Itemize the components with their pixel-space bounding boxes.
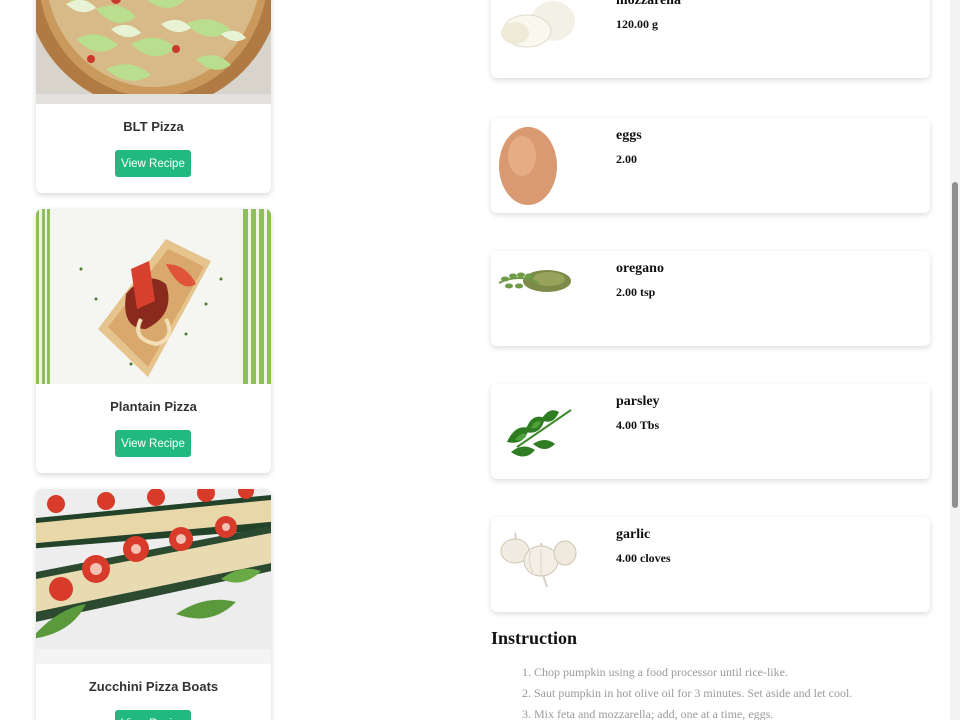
ingredient-amount: 4.00 cloves [616, 551, 671, 565]
blt-pizza-image [36, 0, 271, 104]
instruction-step: 2. Saut pumpkin in hot olive oil for 3 m… [522, 686, 853, 700]
ingredient-name: mozzarella [616, 0, 682, 8]
egg-image [497, 126, 581, 206]
scrollbar-thumb[interactable] [952, 182, 958, 508]
plantain-pizza-image [36, 209, 271, 384]
ingredient-name: eggs [616, 128, 642, 143]
scrollbar[interactable] [950, 0, 960, 720]
recipe-title: BLT Pizza [123, 119, 184, 134]
ingredient-name: parsley [616, 394, 660, 409]
ingredient-name: garlic [616, 527, 651, 542]
view-recipe-button[interactable]: View Recipe [115, 430, 191, 457]
parsley-image [497, 392, 581, 472]
instruction-step: 1. Chop pumpkin using a food processor u… [522, 665, 788, 679]
instruction-step: 3. Mix feta and mozzarella; add, one at … [522, 707, 774, 720]
recipe-title: Plantain Pizza [110, 399, 197, 414]
ingredient-card-mozzarella: mozzarella 120.00 g [491, 0, 930, 78]
recipe-card-zucchini-pizza-boats: Zucchini Pizza Boats View Recipe [36, 489, 271, 720]
ingredient-amount: 2.00 [616, 152, 637, 166]
ingredient-amount: 120.00 g [616, 17, 658, 31]
recipe-title: Zucchini Pizza Boats [88, 679, 219, 694]
recipe-card-blt-pizza: BLT Pizza View Recipe [36, 0, 271, 193]
ingredient-name: oregano [616, 261, 664, 276]
ingredient-amount: 4.00 Tbs [616, 418, 660, 432]
garlic-image [497, 525, 581, 605]
mozzarella-image [497, 0, 581, 71]
oregano-image [497, 259, 581, 339]
ingredient-card-eggs: eggs 2.00 [491, 118, 930, 213]
ingredient-amount: 2.00 tsp [616, 285, 656, 299]
instruction-list: 1. Chop pumpkin using a food processor u… [522, 664, 922, 720]
ingredient-card-garlic: garlic 4.00 cloves [491, 517, 930, 612]
ingredient-card-parsley: parsley 4.00 Tbs [491, 384, 930, 479]
ingredient-card-oregano: oregano 2.00 tsp [491, 251, 930, 346]
view-recipe-button[interactable]: View Recipe [115, 150, 191, 177]
instruction-heading: Instruction [491, 628, 578, 648]
view-recipe-button[interactable]: View Recipe [115, 710, 191, 720]
recipe-card-plantain-pizza: Plantain Pizza View Recipe [36, 209, 271, 473]
zucchini-pizza-boats-image [36, 489, 271, 664]
